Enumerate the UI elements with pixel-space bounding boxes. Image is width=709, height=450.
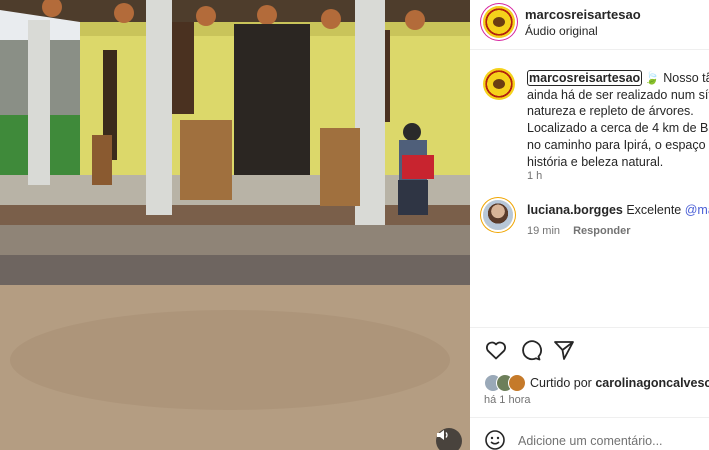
liker-avatar <box>508 374 526 392</box>
caption-line: natureza e repleto de árvores. <box>527 104 694 119</box>
post-time[interactable]: há 1 hora <box>484 394 530 406</box>
heart-icon[interactable] <box>484 338 508 362</box>
caption-line: 🍃 Nosso tão s <box>644 71 709 85</box>
comment-text: Excelente <box>626 203 682 217</box>
comment: luciana.borgges Excelente @marco <box>527 203 709 217</box>
liked-by-user[interactable]: carolinagoncalvesoliv <box>595 376 709 390</box>
share-icon[interactable] <box>552 338 576 362</box>
commenter-avatar[interactable] <box>483 200 513 230</box>
emoji-icon[interactable] <box>484 429 506 450</box>
caption-line: ainda há de ser realizado num sític <box>527 87 709 102</box>
audio-toggle-button[interactable] <box>436 428 462 450</box>
comment-time[interactable]: 19 min <box>527 225 560 237</box>
liked-by-prefix: Curtido por <box>530 376 592 390</box>
comment-mention[interactable]: @marco <box>685 203 709 217</box>
liked-by-text: Curtido por carolinagoncalvesoliv <box>530 376 709 390</box>
reply-button[interactable]: Responder <box>573 225 630 237</box>
caption-time[interactable]: 1 h <box>527 170 542 182</box>
caption-username[interactable]: marcosreisartesao <box>527 70 643 86</box>
post-details-panel: marcosreisartesao Áudio original marcosr… <box>470 0 709 450</box>
comment-composer: Adicione um comentário... <box>470 417 709 450</box>
post-header: marcosreisartesao Áudio original <box>470 0 709 50</box>
post-video[interactable] <box>0 0 470 450</box>
caption-line: Localizado a cerca de 4 km de Baix <box>527 121 709 136</box>
comment-input[interactable]: Adicione um comentário... <box>518 434 663 448</box>
audio-label[interactable]: Áudio original <box>525 24 598 38</box>
speaker-icon <box>437 430 448 440</box>
comment-icon[interactable] <box>518 338 542 362</box>
comment-meta: 19 min Responder <box>527 225 631 237</box>
actions-divider <box>470 327 709 328</box>
comment-username[interactable]: luciana.borgges <box>527 203 623 217</box>
author-avatar[interactable] <box>483 6 515 38</box>
caption-line: história e beleza natural. <box>527 154 664 169</box>
author-username[interactable]: marcosreisartesao <box>525 7 641 22</box>
caption-line: no caminho para Ipirá, o espaço pr <box>527 137 709 152</box>
post-caption: marcosreisartesao🍃 Nosso tão s ainda há … <box>527 70 709 170</box>
caption-avatar[interactable] <box>483 68 515 100</box>
video-frame-image <box>0 0 470 450</box>
